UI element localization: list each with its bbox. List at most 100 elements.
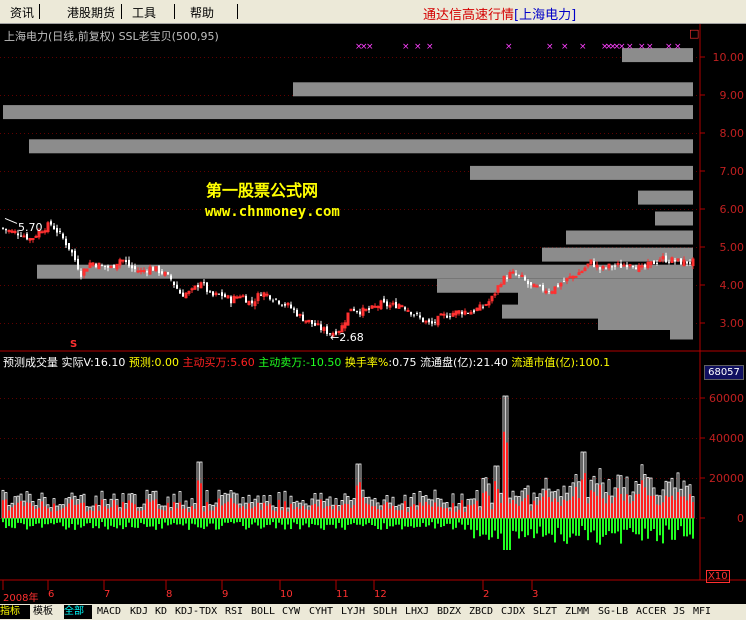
tab-cyw[interactable]: CYW — [282, 605, 300, 619]
tab-rsi[interactable]: RSI — [225, 605, 243, 619]
candle-body-down — [221, 292, 223, 296]
volume-gridline — [144, 438, 145, 439]
tab-macd[interactable]: MACD — [97, 605, 121, 619]
volume-gridline — [372, 438, 373, 439]
volume-gridline — [432, 398, 433, 399]
price-gridline — [468, 247, 469, 248]
menu-item-hk-futures[interactable]: 港股期货 — [67, 4, 115, 21]
price-gridline — [336, 285, 337, 286]
active-sell-bar — [251, 518, 253, 525]
price-gridline — [144, 57, 145, 58]
candle-body-down — [128, 259, 130, 267]
volume-gridline — [24, 398, 25, 399]
price-gridline — [296, 323, 297, 324]
price-gridline — [184, 95, 185, 96]
volume-gridline — [164, 398, 165, 399]
active-sell-bar — [269, 518, 271, 525]
volume-gridline — [408, 398, 409, 399]
tab-sdlh[interactable]: SDLH — [373, 605, 397, 619]
tab-zbcd[interactable]: ZBCD — [469, 605, 493, 619]
panel-maximize-icon[interactable]: □ — [689, 27, 699, 40]
tab-lhxj[interactable]: LHXJ — [405, 605, 429, 619]
price-gridline — [180, 133, 181, 134]
tab-bdzx[interactable]: BDZX — [437, 605, 461, 619]
tab-kdj[interactable]: KDJ — [130, 605, 148, 619]
price-gridline — [308, 57, 309, 58]
price-gridline — [520, 57, 521, 58]
tab-zlmm[interactable]: ZLMM — [565, 605, 589, 619]
tab-mfi[interactable]: MFI — [693, 605, 711, 619]
price-gridline — [244, 171, 245, 172]
volume-gridline — [520, 438, 521, 439]
volume-gridline — [608, 398, 609, 399]
active-sell-bar — [668, 518, 670, 530]
active-buy-bar — [470, 505, 472, 518]
tab-sg-lb[interactable]: SG-LB — [598, 605, 628, 619]
volume-gridline — [684, 438, 685, 439]
tab-accer[interactable]: ACCER — [636, 605, 666, 619]
candle-body-down — [413, 314, 415, 316]
menu-item-news[interactable]: 资讯 — [10, 4, 34, 21]
volume-gridline — [324, 478, 325, 479]
price-gridline — [68, 209, 69, 210]
tab-slzt[interactable]: SLZT — [533, 605, 557, 619]
price-gridline — [172, 247, 173, 248]
active-sell-bar — [62, 518, 64, 527]
kline-chart[interactable]: 3.004.005.006.007.008.009.0010.000200004… — [0, 24, 746, 604]
tab-js[interactable]: JS — [673, 605, 685, 619]
price-gridline — [376, 285, 377, 286]
active-sell-bar — [689, 518, 691, 535]
active-sell-bar — [8, 518, 10, 527]
tab-kd[interactable]: KD — [155, 605, 167, 619]
tab-lyjh[interactable]: LYJH — [341, 605, 365, 619]
active-buy-bar — [404, 500, 406, 518]
active-buy-bar — [164, 510, 166, 518]
price-gridline — [324, 247, 325, 248]
price-gridline — [76, 95, 77, 96]
price-gridline — [80, 95, 81, 96]
active-sell-bar — [392, 518, 394, 527]
tab-cyht[interactable]: CYHT — [309, 605, 333, 619]
volume-gridline — [564, 478, 565, 479]
volume-gridline — [396, 478, 397, 479]
price-gridline — [328, 323, 329, 324]
tab-kdj-tdx[interactable]: KDJ-TDX — [175, 605, 217, 619]
tab-indicator[interactable]: 指标 — [0, 605, 30, 619]
price-gridline — [400, 209, 401, 210]
candle-body-down — [614, 265, 616, 267]
volume-gridline — [224, 478, 225, 479]
active-buy-bar — [359, 482, 361, 518]
tab-boll[interactable]: BOLL — [251, 605, 275, 619]
active-sell-bar — [587, 518, 589, 541]
candle-body-down — [209, 291, 211, 293]
price-gridline — [96, 133, 97, 134]
tab-template[interactable]: 模板 — [33, 605, 61, 619]
volume-gridline — [648, 438, 649, 439]
active-sell-bar — [284, 518, 286, 530]
active-buy-bar — [665, 495, 667, 518]
price-gridline — [328, 133, 329, 134]
price-gridline — [112, 209, 113, 210]
tab-all[interactable]: 全部 — [64, 605, 92, 619]
price-gridline — [156, 209, 157, 210]
price-gridline — [248, 285, 249, 286]
price-gridline — [496, 323, 497, 324]
volume-gridline — [412, 438, 413, 439]
price-gridline — [252, 247, 253, 248]
menu-item-help[interactable]: 帮助 — [190, 4, 214, 21]
volume-gridline — [448, 438, 449, 439]
candle-body-down — [281, 304, 283, 306]
price-gridline — [364, 323, 365, 324]
tab-cjdx[interactable]: CJDX — [501, 605, 525, 619]
price-gridline — [508, 323, 509, 324]
price-gridline — [476, 247, 477, 248]
active-buy-bar — [653, 495, 655, 518]
active-sell-bar — [362, 518, 364, 527]
menu-item-tools[interactable]: 工具 — [132, 4, 156, 21]
active-sell-bar — [521, 518, 523, 532]
price-gridline — [220, 95, 221, 96]
price-gridline — [436, 133, 437, 134]
price-gridline — [224, 171, 225, 172]
price-gridline — [100, 209, 101, 210]
price-gridline — [364, 171, 365, 172]
